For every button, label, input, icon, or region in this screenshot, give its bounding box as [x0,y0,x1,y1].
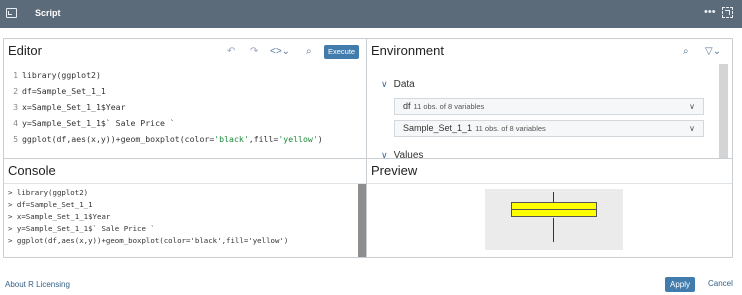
chevron-down-icon: ∨ [689,102,695,111]
chevron-down-icon: ∨ [689,124,695,133]
code-line: 5 ggplot(df,aes(x,y))+geom_boxplot(color=… [13,134,323,144]
console-line: > x=Sample_Set_1_1$Year [8,212,111,221]
upper-whisker [553,192,554,202]
script-workspace: Editor ↶ ↷ <>⌄ ⌕ Execute 1 library(ggplot… [3,38,733,258]
apply-button[interactable]: Apply [665,277,696,292]
dataset-item-df[interactable]: df 11 obs. of 8 variables ∨ [394,98,704,115]
console-line: > y=Sample_Set_1_1$` Sale Price ` [8,224,155,233]
search-icon[interactable]: ⌕ [306,46,312,57]
about-r-licensing-link[interactable]: About R Licensing [5,280,70,289]
search-icon[interactable]: ⌕ [683,46,689,57]
lower-whisker [553,218,554,242]
data-section-toggle[interactable]: ∨ Data [381,79,415,90]
cancel-button[interactable]: Cancel [708,279,733,288]
boxplot-preview [485,189,623,250]
more-icon[interactable]: ••• [704,6,716,18]
preview-title: Preview [371,163,418,178]
title-bar: Script ••• [0,0,742,28]
environment-title: Environment [371,43,444,58]
code-line: 2 df=Sample_Set_1_1 [13,86,106,96]
code-line: 4 y=Sample_Set_1_1$` Sale Price ` [13,118,175,128]
divider [4,183,366,184]
execute-button[interactable]: Execute [324,45,360,59]
environment-scrollbar[interactable] [719,64,728,158]
code-editor[interactable]: 1 library(ggplot2) 2 df=Sample_Set_1_1 3 x=… [4,67,366,147]
editor-pane: Editor ↶ ↷ <>⌄ ⌕ Execute 1 library(ggplot… [4,39,367,159]
console-line: > ggplot(df,aes(x,y))+geom_boxplot(color… [8,236,289,245]
code-line: 1 library(ggplot2) [13,70,101,80]
preview-pane: Preview [367,159,732,257]
expand-icon[interactable] [722,7,733,18]
console-line: > library(ggplot2) [8,188,89,197]
divider [367,183,732,184]
redo-icon[interactable]: ↷ [250,46,258,57]
script-icon [6,8,17,18]
window-title: Script [35,8,61,18]
code-line: 3 x=Sample_Set_1_1$Year [13,102,126,112]
values-section-toggle[interactable]: ∨ Values [381,150,423,159]
code-format-icon[interactable]: <>⌄ [270,46,290,57]
environment-pane: Environment ⌕ ▽⌄ ∨ Data df 11 obs. of 8 va… [367,39,732,159]
chevron-down-icon: ∨ [381,79,388,89]
editor-title: Editor [8,43,42,58]
undo-icon[interactable]: ↶ [227,46,235,57]
boxplot-box [511,202,597,217]
console-scrollbar[interactable] [358,184,366,257]
console-output: > library(ggplot2) > df=Sample_Set_1_1 >… [8,187,288,247]
dataset-item-sample-set[interactable]: Sample_Set_1_1 11 obs. of 8 variables ∨ [394,120,704,137]
chevron-down-icon: ∨ [381,150,388,159]
console-line: > df=Sample_Set_1_1 [8,200,93,209]
console-title: Console [8,163,56,178]
console-pane: Console > library(ggplot2) > df=Sample_S… [4,159,367,257]
filter-icon[interactable]: ▽⌄ [705,46,721,57]
median-line [512,209,596,210]
